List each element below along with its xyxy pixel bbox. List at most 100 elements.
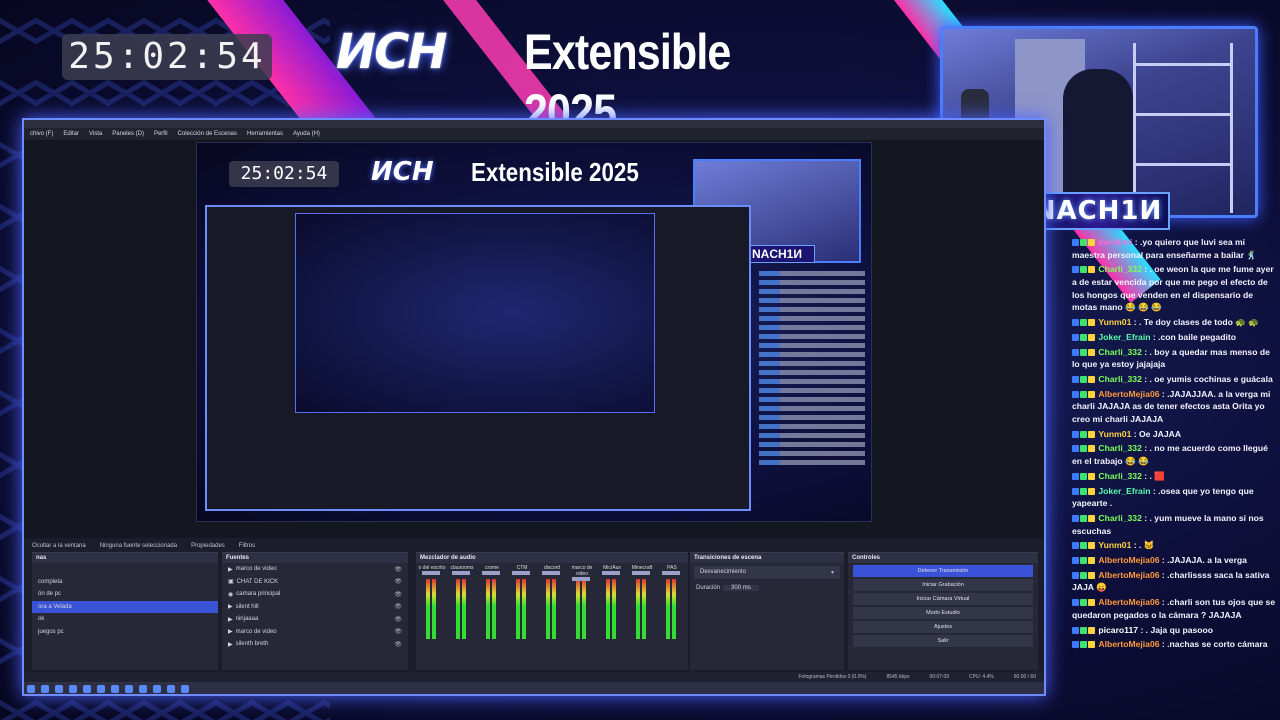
- scene-item[interactable]: juegos pc: [32, 626, 218, 639]
- source-item[interactable]: ▶ marco de video 👁: [222, 626, 408, 639]
- menu-item[interactable]: Editar: [63, 131, 79, 137]
- volume-fader[interactable]: [662, 571, 680, 575]
- taskbar-icon[interactable]: [181, 685, 189, 693]
- chat-username[interactable]: Yunm01: [1098, 540, 1131, 550]
- eye-icon[interactable]: 👁: [394, 628, 402, 635]
- badge-icon: [1072, 514, 1079, 522]
- chat-username[interactable]: AlbertoMejia06: [1098, 389, 1159, 399]
- source-item[interactable]: ▶ silent hill 👁: [222, 601, 408, 614]
- eye-icon[interactable]: 👁: [394, 578, 402, 585]
- volume-fader[interactable]: [572, 577, 590, 581]
- volume-fader[interactable]: [542, 571, 560, 575]
- menu-item[interactable]: Perfil: [154, 131, 168, 137]
- obs-preview[interactable]: 25:02:54 ИCH Extensible 2025 NACH1И: [196, 142, 872, 522]
- start-virtual-camera-button[interactable]: Iniciar Cámara Virtual: [853, 593, 1033, 605]
- volume-fader[interactable]: [512, 571, 530, 575]
- source-item[interactable]: ▣ CHAT DE KICK 👁: [222, 576, 408, 589]
- scene-label[interactable]: Ocultar a la ventana: [32, 543, 86, 549]
- source-item[interactable]: ▶ silenth breth 👁: [222, 638, 408, 651]
- duration-value[interactable]: 300 ms: [723, 584, 759, 591]
- menu-item[interactable]: Ayuda (H): [293, 131, 320, 137]
- taskbar-icon[interactable]: [125, 685, 133, 693]
- menu-item[interactable]: Paneles (D): [112, 131, 144, 137]
- scene-item[interactable]: ón de pc: [32, 588, 218, 601]
- menu-item[interactable]: Vista: [89, 131, 102, 137]
- volume-fader[interactable]: [602, 571, 620, 575]
- taskbar-icon[interactable]: [27, 685, 35, 693]
- scene-item[interactable]: completa: [32, 576, 218, 589]
- mixer-channel[interactable]: discord: [538, 565, 566, 657]
- mixer-channel[interactable]: claurooms: [448, 565, 476, 657]
- chat-username[interactable]: Charli_332: [1098, 374, 1141, 384]
- chat-username[interactable]: AlbertoMejia06: [1098, 555, 1159, 565]
- menu-item[interactable]: chivo (F): [30, 131, 53, 137]
- mixer-channel[interactable]: Minecraft: [628, 565, 656, 657]
- volume-fader[interactable]: [452, 571, 470, 575]
- taskbar-icon[interactable]: [153, 685, 161, 693]
- menu-item[interactable]: Herramientas: [247, 131, 283, 137]
- start-recording-button[interactable]: Iniciar Grabación: [853, 579, 1033, 591]
- mixer-channel[interactable]: Mic/Aux: [598, 565, 626, 657]
- properties-button[interactable]: Propiedades: [191, 543, 225, 549]
- badge-icon: [1072, 487, 1079, 495]
- volume-fader[interactable]: [422, 571, 440, 575]
- chat-username[interactable]: Joker_Efrain: [1098, 486, 1150, 496]
- chat-username[interactable]: Joker_Efrain: [1098, 332, 1150, 342]
- scenes-title: nas: [32, 553, 218, 563]
- obs-window[interactable]: chivo (F) Editar Vista Paneles (D) Perfi…: [22, 118, 1046, 696]
- obs-titlebar[interactable]: [24, 120, 1044, 128]
- menu-item[interactable]: Colección de Escenas: [178, 131, 237, 137]
- taskbar-icon[interactable]: [41, 685, 49, 693]
- taskbar-icon[interactable]: [97, 685, 105, 693]
- taskbar-icon[interactable]: [139, 685, 147, 693]
- chat-message: AlbertoMejia06 : .charli son tus ojos qu…: [1072, 596, 1276, 621]
- chat-username[interactable]: Charli_332: [1098, 443, 1141, 453]
- volume-fader[interactable]: [482, 571, 500, 575]
- eye-icon[interactable]: 👁: [394, 591, 402, 598]
- chat-username[interactable]: AlbertoMejia06: [1098, 570, 1159, 580]
- eye-icon[interactable]: 👁: [394, 616, 402, 623]
- eye-icon[interactable]: 👁: [394, 641, 402, 648]
- preview-logo: ИCH: [371, 157, 434, 187]
- mixer-channel[interactable]: CTM: [508, 565, 536, 657]
- source-item[interactable]: ▶ ninjaaaa 👁: [222, 613, 408, 626]
- filters-button[interactable]: Filtros: [239, 543, 255, 549]
- chat-username[interactable]: Yunm01: [1098, 317, 1131, 327]
- badge-icon: [1080, 571, 1087, 579]
- mixer-channel[interactable]: o del escrito: [418, 565, 446, 657]
- obs-preview-area[interactable]: 25:02:54 ИCH Extensible 2025 NACH1И: [24, 140, 1044, 538]
- chat-username[interactable]: Yunm01: [1098, 429, 1131, 439]
- scene-item[interactable]: [32, 563, 218, 576]
- chat-username[interactable]: Charli_332: [1098, 347, 1141, 357]
- stop-stream-button[interactable]: Detener Transmisión: [853, 565, 1033, 577]
- scene-item-selected[interactable]: ora a Velada: [32, 600, 218, 613]
- badge-icon: [1072, 557, 1079, 565]
- taskbar-icon[interactable]: [55, 685, 63, 693]
- eye-icon[interactable]: 👁: [394, 566, 402, 573]
- studio-mode-button[interactable]: Modo Estudio: [853, 607, 1033, 619]
- badge-icon: [1080, 542, 1087, 550]
- mixer-channel[interactable]: marco de video: [568, 565, 596, 657]
- taskbar-icon[interactable]: [83, 685, 91, 693]
- chat-username[interactable]: picaro117: [1098, 625, 1138, 635]
- scene-item[interactable]: ok: [32, 613, 218, 626]
- eye-icon[interactable]: 👁: [394, 603, 402, 610]
- chat-username[interactable]: AlbertoMejia06: [1098, 597, 1159, 607]
- chat-username[interactable]: Charli_332: [1098, 471, 1141, 481]
- chat-username[interactable]: Charli_332: [1098, 513, 1141, 523]
- mixer-channel[interactable]: crome: [478, 565, 506, 657]
- transition-select[interactable]: Desvanecimiento ▾: [694, 566, 840, 579]
- taskbar-icon[interactable]: [69, 685, 77, 693]
- source-item[interactable]: ◉ camara principal 👁: [222, 588, 408, 601]
- exit-button[interactable]: Salir: [853, 635, 1033, 647]
- transition-duration[interactable]: Duración 300 ms: [690, 582, 844, 595]
- chat-username[interactable]: Charli_332: [1098, 264, 1141, 274]
- volume-fader[interactable]: [632, 571, 650, 575]
- taskbar-icon[interactable]: [111, 685, 119, 693]
- chat-username[interactable]: imeldirri: [1098, 237, 1132, 247]
- source-item[interactable]: ▶ marco de video 👁: [222, 563, 408, 576]
- chat-username[interactable]: AlbertoMejia06: [1098, 639, 1159, 649]
- mixer-channel[interactable]: PAS: [658, 565, 686, 657]
- settings-button[interactable]: Ajustes: [853, 621, 1033, 633]
- taskbar-icon[interactable]: [167, 685, 175, 693]
